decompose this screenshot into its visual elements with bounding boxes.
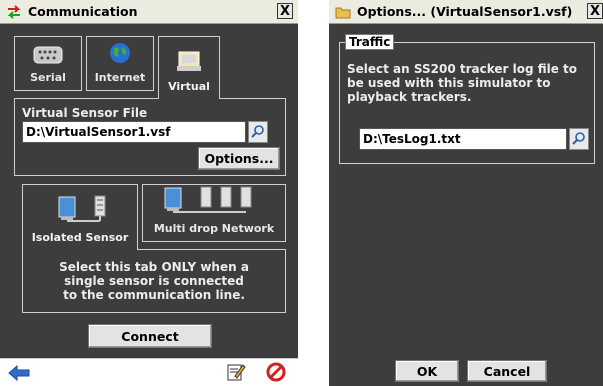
tab-internet-label: Internet: [94, 71, 146, 84]
tab-multi-drop-network[interactable]: Multi drop Network: [142, 184, 286, 242]
close-button[interactable]: X: [277, 3, 293, 19]
magnifier-icon: [251, 123, 265, 142]
log-file-input[interactable]: D:\TesLog1.txt: [359, 128, 567, 150]
close-button[interactable]: X: [587, 3, 603, 19]
options-titlebar: Options... (VirtualSensor1.vsf) X: [329, 0, 603, 24]
swap-arrows-icon: [6, 4, 22, 20]
ok-button[interactable]: OK: [395, 360, 459, 382]
traffic-group-label: Traffic: [345, 34, 395, 50]
browse-file-button[interactable]: [248, 121, 268, 143]
tab-multi-drop-network-label: Multi drop Network: [153, 222, 275, 235]
traffic-description-line: Select an SS200 tracker log file to: [347, 62, 578, 76]
tab-serial[interactable]: Serial: [14, 36, 82, 91]
close-icon: X: [589, 4, 601, 19]
traffic-description-line: be used with this simulator to: [347, 76, 551, 90]
tab-virtual[interactable]: Virtual: [158, 36, 220, 99]
bottom-toolbar: [0, 358, 298, 386]
tab-isolated-sensor[interactable]: Isolated Sensor: [22, 184, 138, 250]
tab-isolated-sensor-label: Isolated Sensor: [31, 231, 129, 244]
globe-icon: [109, 42, 131, 67]
sensor-description-line: Select this tab ONLY when a: [59, 260, 249, 274]
traffic-description: Select an SS200 tracker log file to be u…: [347, 62, 593, 104]
sensor-description-line: single sensor is connected: [64, 274, 244, 288]
sensor-description: Select this tab ONLY when a single senso…: [26, 260, 282, 302]
virtual-sensor-file-input[interactable]: D:\VirtualSensor1.vsf: [22, 121, 246, 143]
communication-window: Communication X Serial Internet Virtual …: [0, 0, 298, 386]
browse-log-button[interactable]: [569, 128, 589, 150]
close-icon: X: [279, 4, 291, 19]
tab-internet[interactable]: Internet: [86, 36, 154, 91]
options-button[interactable]: Options...: [198, 147, 280, 170]
virtual-sensor-file-label: Virtual Sensor File: [22, 106, 148, 120]
isolated-sensor-icon: [45, 194, 115, 227]
cancel-button[interactable]: Cancel: [467, 360, 547, 382]
connect-button[interactable]: Connect: [88, 324, 212, 348]
sensor-description-line: to the communication line.: [63, 288, 245, 302]
tab-virtual-label: Virtual: [168, 80, 210, 93]
back-arrow-icon[interactable]: [8, 364, 30, 386]
traffic-description-line: playback trackers.: [347, 90, 472, 104]
tab-serial-label: Serial: [30, 71, 66, 84]
stop-icon[interactable]: [266, 362, 286, 386]
options-title: Options... (VirtualSensor1.vsf): [357, 4, 573, 19]
edit-note-icon[interactable]: [226, 362, 246, 386]
magnifier-icon: [572, 130, 586, 149]
communication-titlebar: Communication X: [0, 0, 298, 24]
folder-icon: [335, 5, 351, 19]
serial-port-icon: [33, 46, 63, 67]
multi-drop-network-icon: [159, 185, 269, 218]
communication-title: Communication: [28, 4, 138, 19]
options-window: Options... (VirtualSensor1.vsf) X Traffi…: [329, 0, 603, 386]
virtual-folder-icon: [176, 49, 202, 76]
